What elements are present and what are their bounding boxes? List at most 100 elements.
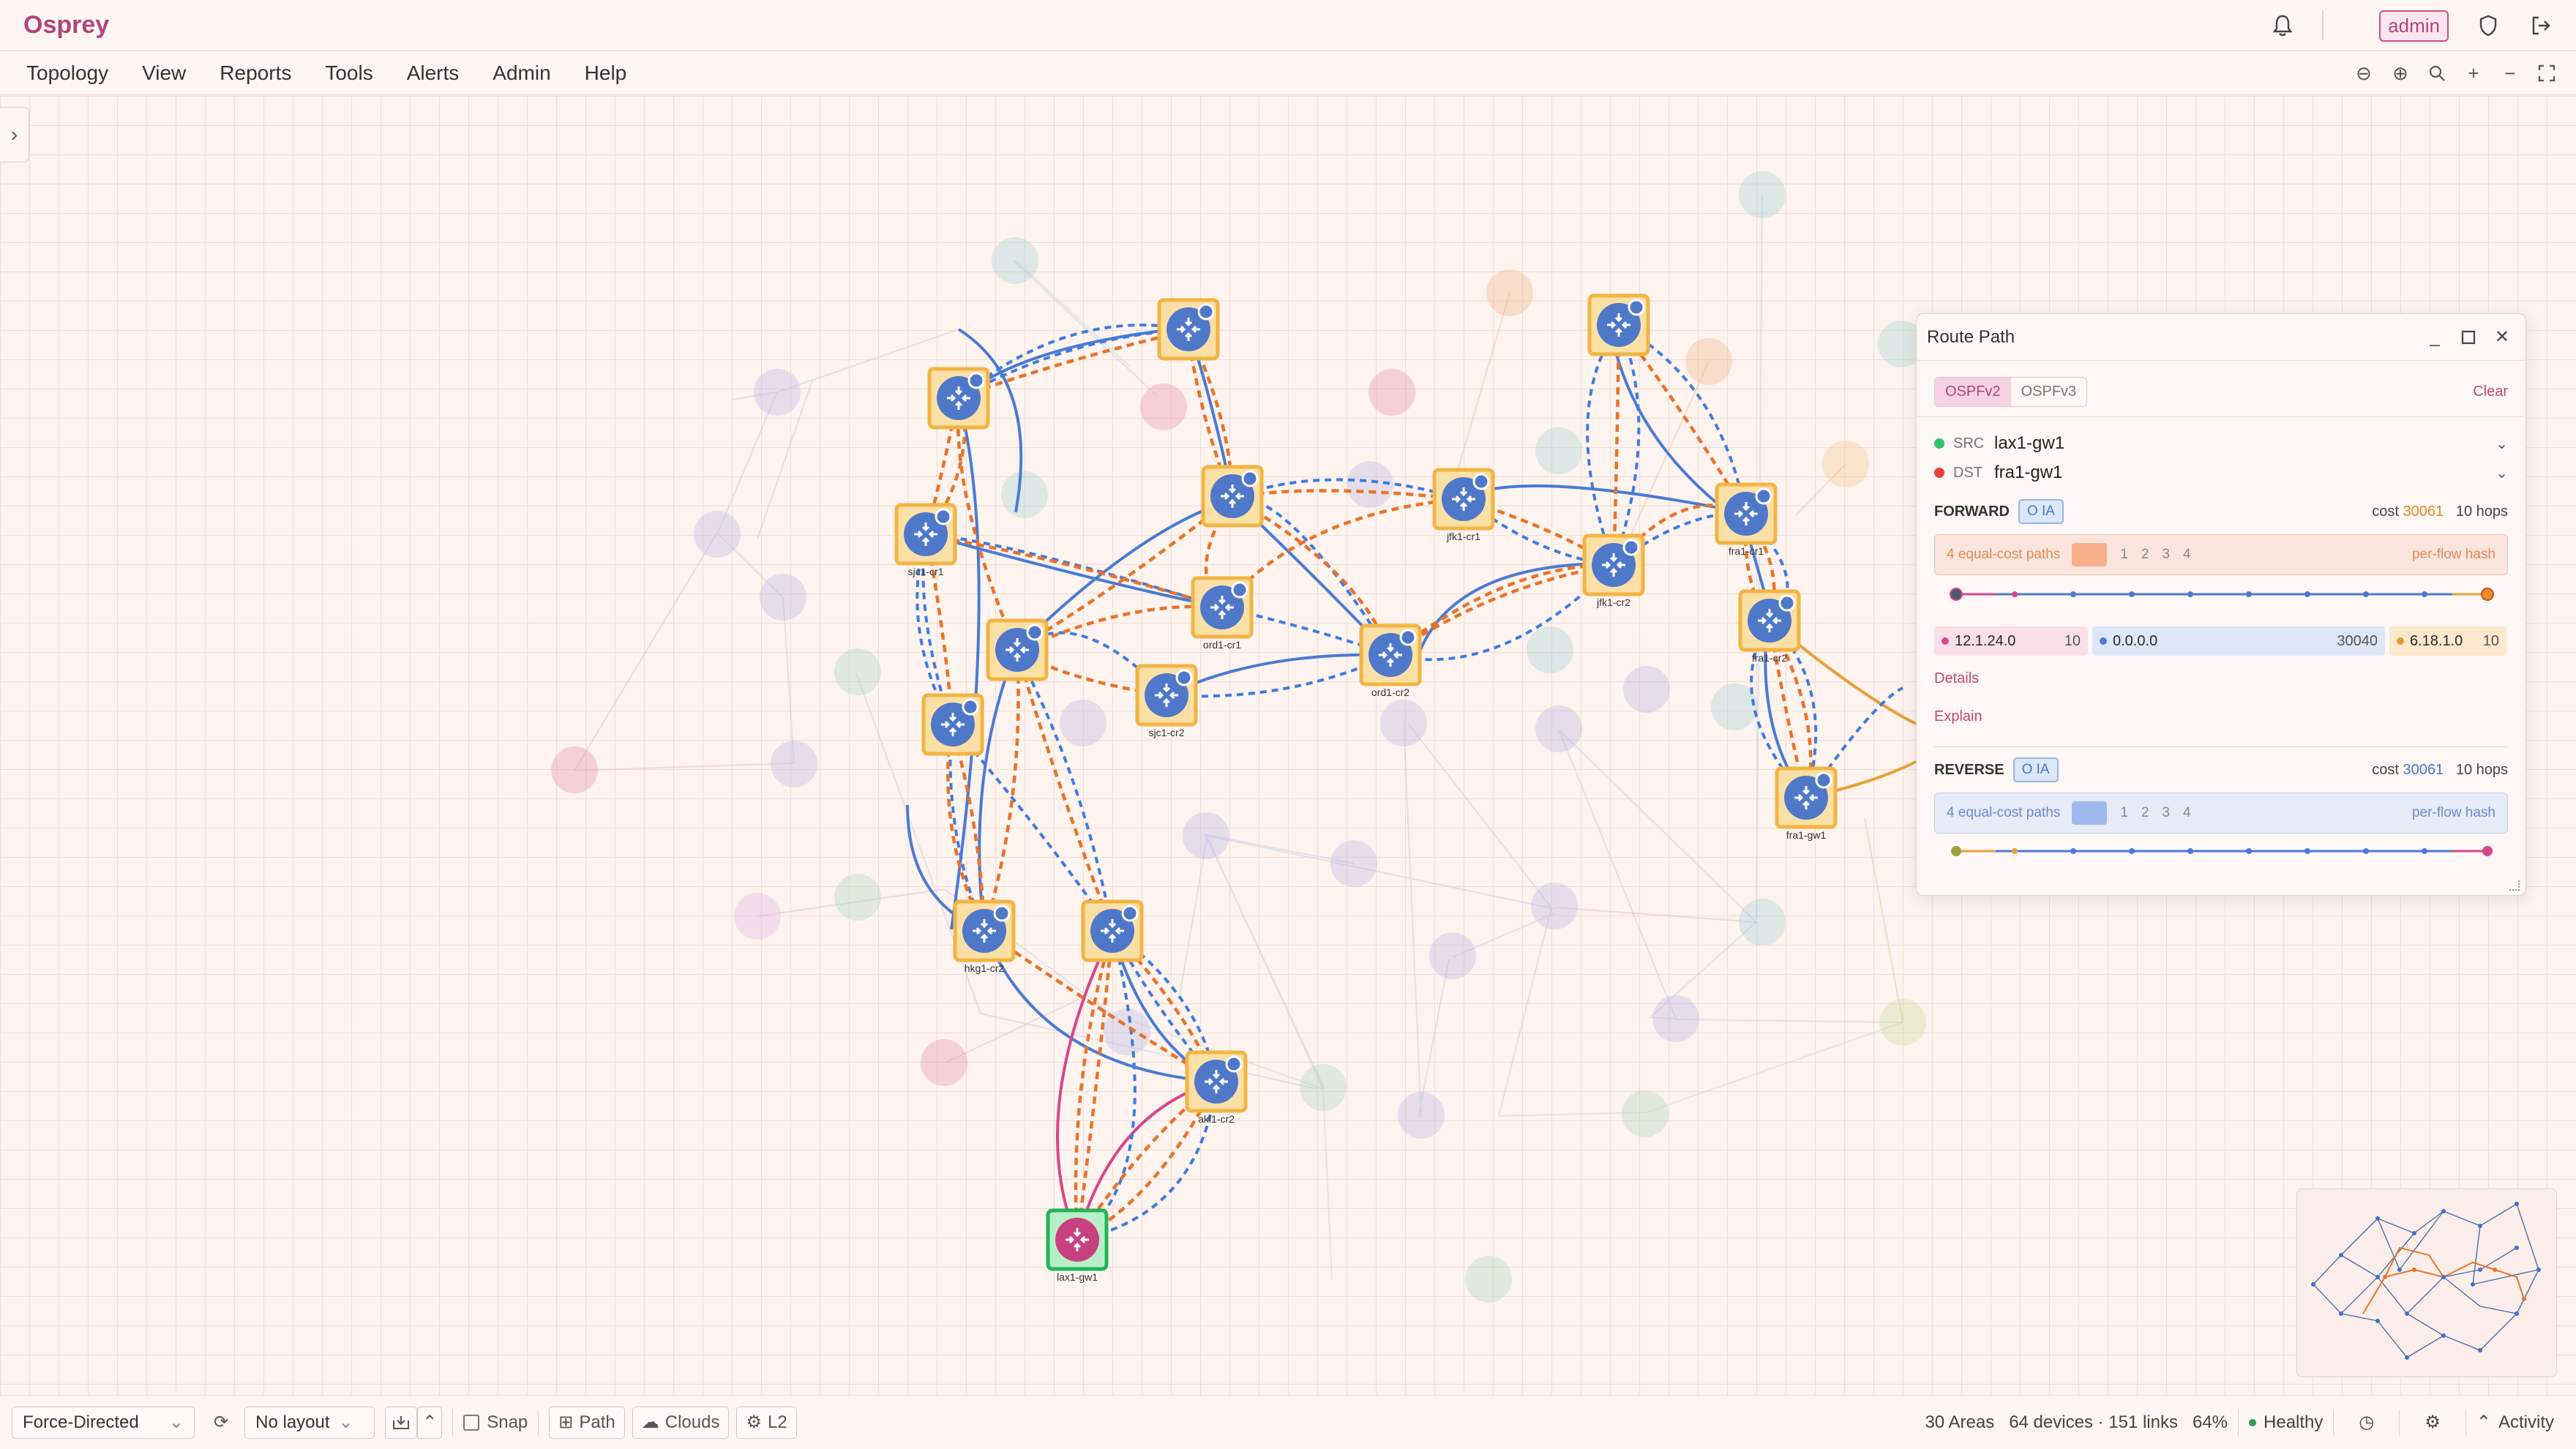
router-sjc1-cr1[interactable]: sjc1-cr1 bbox=[894, 503, 957, 577]
minimap[interactable] bbox=[2296, 1188, 2557, 1377]
route-type-badge: O IA bbox=[2012, 757, 2059, 782]
area-segment[interactable]: 0.0.0.0 30040 bbox=[2092, 626, 2385, 656]
save-layout-icon[interactable] bbox=[385, 1406, 418, 1439]
app-logo[interactable]: Osprey bbox=[23, 11, 109, 40]
router-node[interactable] bbox=[921, 693, 984, 756]
menu-tools[interactable]: Tools bbox=[325, 61, 372, 85]
src-row[interactable]: SRC lax1-gw1 ⌄ bbox=[1917, 429, 2526, 458]
bell-icon[interactable] bbox=[2269, 12, 2296, 39]
router-node[interactable] bbox=[1587, 293, 1650, 356]
background-links-pink bbox=[574, 532, 1757, 1063]
maximize-icon[interactable] bbox=[2455, 324, 2482, 351]
settings-icon[interactable]: ⚙ bbox=[2425, 1412, 2441, 1433]
area-segment[interactable]: 12.1.24.0 10 bbox=[1934, 626, 2088, 656]
layout-algorithm-select[interactable]: Force-Directed ⌄ bbox=[12, 1406, 195, 1439]
snap-checkbox[interactable] bbox=[463, 1414, 480, 1431]
reverse-label: REVERSE bbox=[1934, 761, 2004, 778]
plus-icon[interactable]: + bbox=[2462, 61, 2485, 85]
menu-help[interactable]: Help bbox=[585, 61, 627, 85]
src-label: SRC bbox=[1953, 435, 1985, 452]
close-icon[interactable]: ✕ bbox=[2489, 324, 2515, 351]
search-icon[interactable] bbox=[2425, 61, 2449, 85]
chevron-up-icon[interactable]: ⌃ bbox=[2476, 1412, 2491, 1433]
divider bbox=[538, 1409, 539, 1436]
router-ord1-cr1[interactable]: ord1-cr1 bbox=[1191, 576, 1254, 651]
fullscreen-icon[interactable] bbox=[2535, 61, 2558, 85]
router-node[interactable] bbox=[1201, 465, 1264, 528]
explain-link[interactable]: Explain bbox=[1934, 708, 2508, 730]
ecmp-option-4[interactable]: 4 bbox=[2183, 547, 2191, 563]
router-nodes: lax1-gw1 fra1-gw1 ord1-cr2 sjc1-cr2 ord1-cr1… bbox=[894, 293, 1838, 1283]
zoom-out-circle-icon[interactable]: ⊖ bbox=[2352, 61, 2375, 85]
status-bar: Force-Directed ⌄ ⟳ No layout ⌄ ⌃ Snap ⊞ Pat… bbox=[0, 1395, 2576, 1449]
divider bbox=[2238, 1409, 2239, 1436]
router-akl1-cr2[interactable]: akl1-cr2 bbox=[1185, 1050, 1248, 1125]
router-fra1-cr2[interactable]: fra1-cr2 bbox=[1738, 589, 1801, 664]
dst-select[interactable]: fra1-gw1 bbox=[1994, 463, 2496, 483]
zoom-in-circle-icon[interactable]: ⊕ bbox=[2389, 61, 2412, 85]
ecmp-option-2[interactable]: 2 bbox=[2141, 547, 2149, 563]
resize-handle[interactable] bbox=[2509, 880, 2520, 891]
chevron-up-icon[interactable]: ⌃ bbox=[417, 1406, 443, 1439]
ecmp-option-4[interactable]: 4 bbox=[2183, 805, 2191, 821]
details-link[interactable]: Details bbox=[1934, 670, 2508, 692]
menu-admin[interactable]: Admin bbox=[493, 61, 550, 85]
router-sjc1-cr2[interactable]: sjc1-cr2 bbox=[1135, 664, 1198, 738]
forward-ecmp-selector: 4 equal-cost paths 1 2 3 4 per-flow hash bbox=[1934, 534, 2508, 575]
router-jfk1-cr1[interactable]: jfk1-cr1 bbox=[1432, 468, 1495, 542]
ecmp-count: 4 equal-cost paths bbox=[1947, 547, 2061, 562]
router-jfk1-cr2[interactable]: jfk1-cr2 bbox=[1582, 533, 1645, 608]
menu-alerts[interactable]: Alerts bbox=[407, 61, 460, 85]
router-label: ord1-cr1 bbox=[1203, 639, 1241, 651]
reverse-hop-strip bbox=[1934, 844, 2508, 876]
clock-icon[interactable]: ◷ bbox=[2359, 1412, 2374, 1433]
refresh-layout-icon[interactable]: ⟳ bbox=[205, 1407, 237, 1439]
ecmp-option-2[interactable]: 2 bbox=[2141, 805, 2149, 821]
minimize-icon[interactable]: _ bbox=[2422, 324, 2448, 351]
router-node[interactable] bbox=[927, 367, 990, 430]
ecmp-option-3[interactable]: 3 bbox=[2162, 805, 2170, 821]
menu-reports[interactable]: Reports bbox=[220, 61, 291, 85]
router-fra1-cr1[interactable]: fra1-cr1 bbox=[1715, 482, 1778, 557]
snap-toggle[interactable]: Snap bbox=[463, 1407, 528, 1439]
router-node[interactable] bbox=[986, 618, 1049, 681]
ecmp-option-all[interactable] bbox=[2072, 801, 2108, 825]
menu-topology[interactable]: Topology bbox=[26, 61, 108, 85]
router-node[interactable] bbox=[1157, 298, 1220, 361]
layout-preset-select[interactable]: No layout ⌄ bbox=[244, 1406, 375, 1439]
ecmp-count: 4 equal-cost paths bbox=[1947, 805, 2061, 820]
activity-toggle[interactable]: Activity bbox=[2498, 1412, 2554, 1433]
src-select[interactable]: lax1-gw1 bbox=[1994, 433, 2496, 454]
minus-icon[interactable]: − bbox=[2498, 61, 2522, 85]
router-fra1-gw1[interactable]: fra1-gw1 bbox=[1775, 766, 1838, 841]
ecmp-option-1[interactable]: 1 bbox=[2120, 805, 2128, 821]
tab-ospfv2[interactable]: OSPFv2 bbox=[1935, 377, 2011, 406]
logout-icon[interactable] bbox=[2528, 12, 2554, 39]
panel-divider bbox=[1917, 416, 2526, 417]
user-badge[interactable]: admin bbox=[2379, 10, 2449, 42]
protocol-toggle: OSPFv2 OSPFv3 bbox=[1934, 376, 2088, 407]
chevron-down-icon[interactable]: ⌄ bbox=[2496, 464, 2508, 482]
ecmp-option-1[interactable]: 1 bbox=[2120, 547, 2128, 563]
path-toggle[interactable]: ⊞ Path bbox=[549, 1406, 625, 1439]
shield-icon[interactable] bbox=[2475, 12, 2501, 39]
router-node[interactable] bbox=[1081, 899, 1144, 962]
clouds-toggle[interactable]: ☁ Clouds bbox=[632, 1406, 730, 1439]
forward-label: FORWARD bbox=[1934, 503, 2010, 520]
router-ord1-cr2[interactable]: ord1-cr2 bbox=[1359, 624, 1422, 698]
tab-ospfv3[interactable]: OSPFv3 bbox=[2011, 378, 2087, 406]
l2-toggle[interactable]: ⚙ L2 bbox=[736, 1406, 797, 1439]
router-lax1-gw1[interactable]: lax1-gw1 bbox=[1046, 1208, 1109, 1283]
clear-button[interactable]: Clear bbox=[2473, 383, 2508, 400]
router-label: fra1-cr1 bbox=[1729, 545, 1764, 557]
ecmp-option-3[interactable]: 3 bbox=[2162, 547, 2170, 563]
area-segment[interactable]: 6.18.1.0 10 bbox=[2389, 626, 2506, 656]
ecmp-option-all[interactable] bbox=[2072, 543, 2108, 566]
menu-view[interactable]: View bbox=[142, 61, 186, 85]
chevron-down-icon[interactable]: ⌄ bbox=[2496, 435, 2508, 453]
sidebar-toggle[interactable]: › bbox=[0, 107, 29, 162]
router-hkg1-cr2[interactable]: hkg1-cr2 bbox=[953, 899, 1016, 974]
router-label: jfk1-cr2 bbox=[1596, 596, 1630, 608]
reverse-cost: cost 30061 10 hops bbox=[2372, 761, 2508, 778]
dst-row[interactable]: DST fra1-gw1 ⌄ bbox=[1917, 458, 2526, 487]
